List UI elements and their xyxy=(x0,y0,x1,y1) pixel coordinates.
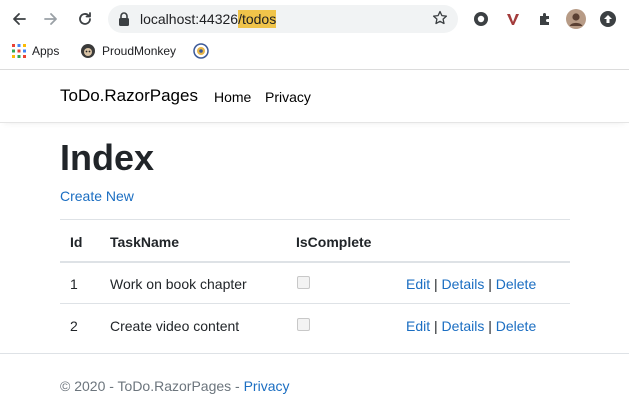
url-text: localhost:44326/todos xyxy=(140,10,277,28)
table-row-border xyxy=(60,303,570,304)
column-header-id: Id xyxy=(70,234,83,250)
footer-copyright: © 2020 - ToDo.RazorPages - xyxy=(60,378,244,394)
profile-avatar-icon[interactable] xyxy=(566,9,586,29)
browser-toolbar: localhost:44326/todos xyxy=(0,0,629,37)
url-host: localhost:44326 xyxy=(140,11,239,27)
forward-button[interactable] xyxy=(40,8,62,30)
bookmarks-bar: Apps ProudMonkey xyxy=(0,37,629,65)
separator: | xyxy=(434,276,438,292)
separator: | xyxy=(488,318,492,334)
update-icon[interactable] xyxy=(598,9,618,29)
separator: | xyxy=(434,318,438,334)
column-header-taskname: TaskName xyxy=(110,234,180,250)
url-path-highlight: /todos xyxy=(238,10,277,28)
reload-icon xyxy=(79,12,91,25)
row-1-details-link[interactable]: Details xyxy=(442,276,485,292)
bookmark-apps-label: Apps xyxy=(32,44,60,58)
nav-link-privacy[interactable]: Privacy xyxy=(265,89,311,105)
column-header-iscomplete: IsComplete xyxy=(296,234,372,250)
forward-arrow-icon xyxy=(44,13,57,25)
bookmark-globe[interactable] xyxy=(193,42,215,60)
site-footer: © 2020 - ToDo.RazorPages - Privacy xyxy=(0,353,629,404)
bookmark-star-icon[interactable] xyxy=(432,10,448,31)
row-1-id: 1 xyxy=(70,276,78,292)
back-button[interactable] xyxy=(8,8,30,30)
monkey-icon xyxy=(80,43,96,59)
row-1-edit-link[interactable]: Edit xyxy=(406,276,430,292)
row-2-actions: Edit | Details | Delete xyxy=(406,318,536,334)
site-navbar: ToDo.RazorPages Home Privacy xyxy=(0,70,629,123)
row-1-delete-link[interactable]: Delete xyxy=(496,276,536,292)
row-2-iscomplete-checkbox xyxy=(297,318,310,331)
row-2-taskname: Create video content xyxy=(110,318,240,334)
footer-privacy-link[interactable]: Privacy xyxy=(244,378,290,394)
back-arrow-icon xyxy=(13,13,26,25)
bookmark-proudmonkey[interactable]: ProudMonkey xyxy=(80,42,176,60)
globe-badge-icon xyxy=(193,43,209,59)
footer-text: © 2020 - ToDo.RazorPages - Privacy xyxy=(60,378,290,394)
extension-v-icon[interactable] xyxy=(503,9,523,29)
table-top-border xyxy=(60,219,570,220)
address-bar[interactable]: localhost:44326/todos xyxy=(108,5,458,33)
bookmark-proudmonkey-label: ProudMonkey xyxy=(102,44,177,58)
table-header-border xyxy=(60,261,570,263)
web-page: ToDo.RazorPages Home Privacy Index Creat… xyxy=(0,69,629,404)
page-title: Index xyxy=(60,137,155,178)
row-2-id: 2 xyxy=(70,318,78,334)
extensions-puzzle-icon[interactable] xyxy=(535,9,555,29)
bookmark-apps[interactable]: Apps xyxy=(12,42,59,60)
row-2-delete-link[interactable]: Delete xyxy=(496,318,536,334)
lock-icon xyxy=(118,12,130,31)
separator: | xyxy=(488,276,492,292)
extension-opera-icon[interactable] xyxy=(471,9,491,29)
row-1-actions: Edit | Details | Delete xyxy=(406,276,536,292)
row-1-iscomplete-checkbox xyxy=(297,276,310,289)
apps-grid-icon xyxy=(12,44,26,58)
reload-button[interactable] xyxy=(74,8,96,30)
row-2-details-link[interactable]: Details xyxy=(442,318,485,334)
row-2-edit-link[interactable]: Edit xyxy=(406,318,430,334)
navbar-brand[interactable]: ToDo.RazorPages xyxy=(60,86,198,106)
create-new-link[interactable]: Create New xyxy=(60,188,134,204)
nav-link-home[interactable]: Home xyxy=(214,89,251,105)
row-1-taskname: Work on book chapter xyxy=(110,276,247,292)
